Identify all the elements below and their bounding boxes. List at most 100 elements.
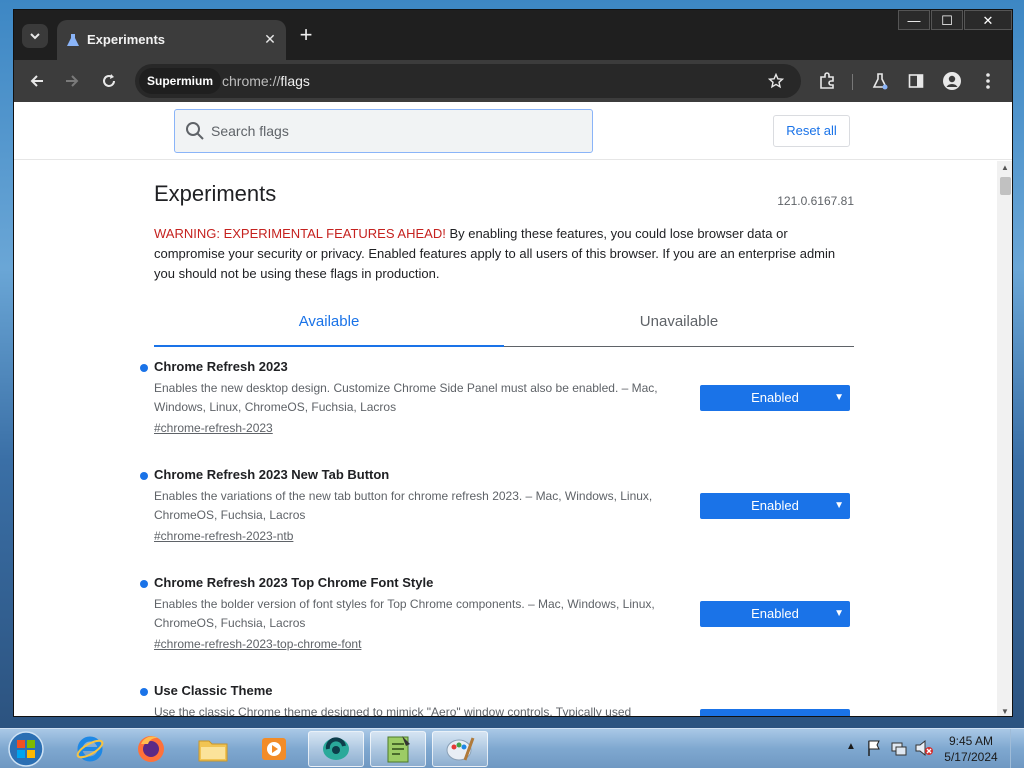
tab-available[interactable]: Available xyxy=(154,301,504,347)
scroll-down-icon[interactable]: ▼ xyxy=(1001,707,1009,716)
profile-button[interactable] xyxy=(939,68,965,94)
maximize-button[interactable]: ☐ xyxy=(931,10,963,30)
browser-app[interactable] xyxy=(308,731,364,767)
close-window-button[interactable]: ✕ xyxy=(964,10,1012,30)
start-button[interactable] xyxy=(6,730,46,768)
tab-title: Experiments xyxy=(87,32,166,47)
select-value: Enabled xyxy=(751,606,799,621)
experiment-select[interactable] xyxy=(700,709,850,716)
tab-search-button[interactable] xyxy=(22,24,48,48)
experiment-link[interactable]: #chrome-refresh-2023-top-chrome-font xyxy=(154,637,361,651)
notepad-icon xyxy=(387,736,410,763)
tab-strip: Experiments ✕ + — ☐ ✕ xyxy=(14,10,1012,60)
experiment-select[interactable]: Enabled ▼ xyxy=(700,601,850,627)
browser-window: Experiments ✕ + — ☐ ✕ Supermium chrome:/… xyxy=(13,9,1013,717)
chevron-down-icon xyxy=(30,33,40,40)
puzzle-icon xyxy=(820,72,834,89)
media-player-icon xyxy=(262,738,286,760)
browser-toolbar: Supermium chrome://flags xyxy=(14,60,1012,102)
experiment-link[interactable]: #chrome-refresh-2023-ntb xyxy=(154,529,293,543)
arrow-left-icon xyxy=(30,75,43,87)
extensions-button[interactable] xyxy=(814,68,840,94)
flags-content: Experiments 121.0.6167.81 WARNING: EXPER… xyxy=(14,161,997,717)
url-text[interactable]: chrome://flags xyxy=(222,73,310,89)
experiment-title: Chrome Refresh 2023 New Tab Button xyxy=(154,467,390,482)
minimize-button[interactable]: — xyxy=(898,10,930,30)
new-indicator-dot xyxy=(140,580,148,588)
search-input[interactable] xyxy=(211,120,581,142)
tab-experiments[interactable]: Experiments ✕ xyxy=(57,20,286,60)
flask-icon xyxy=(872,73,888,90)
clock-date: 5/17/2024 xyxy=(944,750,998,764)
tab-unavailable[interactable]: Unavailable xyxy=(504,301,854,347)
star-icon[interactable] xyxy=(768,73,784,89)
reload-button[interactable] xyxy=(96,68,122,94)
system-tray: ▲ xyxy=(846,739,936,759)
network-icon[interactable] xyxy=(890,739,908,757)
menu-button[interactable] xyxy=(975,68,1001,94)
windows-logo-icon xyxy=(8,731,44,767)
experiment-item: Chrome Refresh 2023 New Tab Button Enabl… xyxy=(140,467,854,567)
version-label: 121.0.6167.81 xyxy=(777,194,854,208)
new-indicator-dot xyxy=(140,472,148,480)
avatar-icon xyxy=(943,72,961,90)
experiment-select[interactable]: Enabled ▼ xyxy=(700,493,850,519)
toolbar-divider xyxy=(852,74,853,90)
experiment-description: Enables the variations of the new tab bu… xyxy=(154,489,653,522)
side-panel-icon xyxy=(908,74,924,88)
back-button[interactable] xyxy=(24,68,50,94)
browser-icon xyxy=(323,737,349,760)
experiment-link[interactable]: #chrome-refresh-2023 xyxy=(154,421,273,435)
show-desktop-button[interactable] xyxy=(1010,729,1024,768)
reload-icon xyxy=(103,74,115,87)
tray-expand-icon[interactable]: ▲ xyxy=(846,741,856,752)
chevron-down-icon: ▼ xyxy=(834,500,844,511)
flags-header: Reset all xyxy=(14,102,1012,160)
experiment-description: Enables the new desktop design. Customiz… xyxy=(154,381,658,414)
experiment-select[interactable]: Enabled ▼ xyxy=(700,385,850,411)
new-indicator-dot xyxy=(140,364,148,372)
new-indicator-dot xyxy=(140,688,148,696)
warning-label: WARNING: EXPERIMENTAL FEATURES AHEAD! xyxy=(154,226,446,241)
volume-muted-icon[interactable] xyxy=(914,739,934,757)
media-player-app[interactable] xyxy=(246,731,302,767)
file-explorer-icon xyxy=(198,740,228,762)
experiment-item: Chrome Refresh 2023 Top Chrome Font Styl… xyxy=(140,575,854,675)
flags-tabs: Available Unavailable xyxy=(154,301,854,347)
search-box[interactable] xyxy=(174,109,593,153)
labs-button[interactable] xyxy=(867,68,893,94)
arrow-right-icon xyxy=(66,75,79,87)
file-explorer-app[interactable] xyxy=(185,731,241,767)
side-panel-button[interactable] xyxy=(903,68,929,94)
clock[interactable]: 9:45 AM 5/17/2024 xyxy=(940,733,1002,765)
forward-button[interactable] xyxy=(59,68,85,94)
clock-time: 9:45 AM xyxy=(948,734,994,748)
experiment-description: Use the classic Chrome theme designed to… xyxy=(154,705,632,717)
warning-text: WARNING: EXPERIMENTAL FEATURES AHEAD! By… xyxy=(154,224,854,284)
experiment-description: Enables the bolder version of font style… xyxy=(154,597,655,630)
reset-all-button[interactable]: Reset all xyxy=(773,115,850,147)
scrollbar-thumb[interactable] xyxy=(1000,177,1011,195)
kebab-menu-icon xyxy=(986,73,990,89)
window-controls: — ☐ ✕ xyxy=(897,10,1012,32)
internet-explorer-app[interactable] xyxy=(62,731,118,767)
new-tab-button[interactable]: + xyxy=(294,24,318,48)
chevron-down-icon: ▼ xyxy=(834,392,844,403)
experiment-title: Chrome Refresh 2023 xyxy=(154,359,288,374)
experiment-item: Chrome Refresh 2023 Enables the new desk… xyxy=(140,359,854,459)
chevron-down-icon: ▼ xyxy=(834,608,844,619)
scroll-up-icon[interactable]: ▲ xyxy=(1001,163,1009,172)
notepad-app[interactable] xyxy=(370,731,426,767)
firefox-icon xyxy=(138,736,164,762)
internet-explorer-icon xyxy=(76,736,104,762)
paint-app[interactable] xyxy=(432,731,488,767)
vertical-scrollbar[interactable]: ▲ ▼ xyxy=(997,161,1012,716)
close-tab-icon[interactable]: ✕ xyxy=(262,31,278,47)
page-title: Experiments xyxy=(154,181,277,206)
search-icon xyxy=(186,122,204,140)
firefox-app[interactable] xyxy=(123,731,179,767)
flag-icon[interactable] xyxy=(866,739,882,757)
address-bar[interactable]: Supermium chrome://flags xyxy=(135,64,801,98)
site-chip[interactable]: Supermium xyxy=(139,68,222,94)
select-value: Enabled xyxy=(751,498,799,513)
